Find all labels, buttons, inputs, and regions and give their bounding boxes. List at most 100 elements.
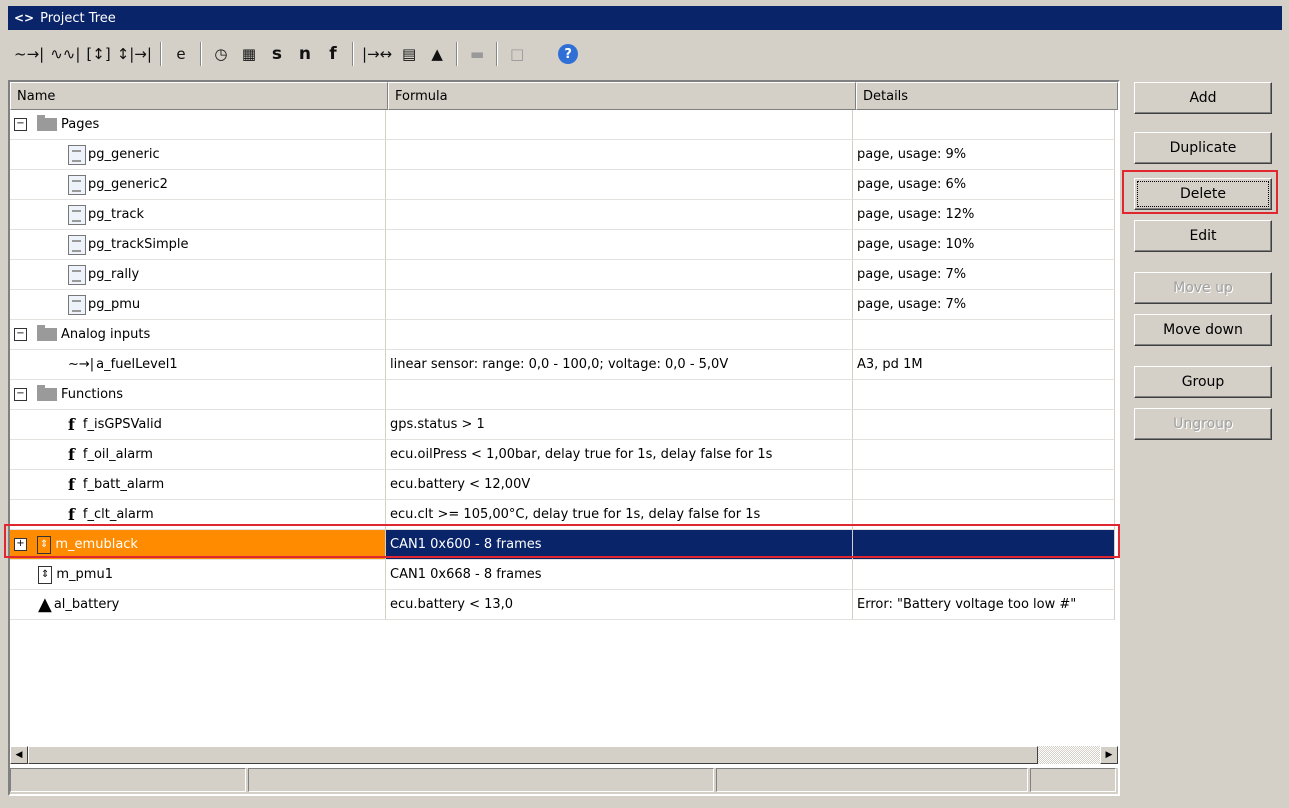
tree-row[interactable]: − Functions xyxy=(10,380,1118,410)
scroll-right-icon[interactable]: ▶ xyxy=(1100,746,1118,764)
formula-cell[interactable]: ecu.clt >= 105,00°C, delay true for 1s, … xyxy=(386,500,853,530)
name-cell[interactable]: pg_generic2 xyxy=(10,170,386,200)
group-button[interactable]: Group xyxy=(1134,366,1272,398)
details-cell[interactable] xyxy=(853,380,1115,410)
scroll-track[interactable] xyxy=(1038,746,1100,764)
tree-row[interactable]: − Pages xyxy=(10,110,1118,140)
tree-row[interactable]: f f_batt_alarm ecu.battery < 12,00V xyxy=(10,470,1118,500)
name-cell[interactable]: ~→| a_fuelLevel1 xyxy=(10,350,386,380)
tree-row[interactable]: pg_rally page, usage: 7% xyxy=(10,260,1118,290)
formula-cell[interactable] xyxy=(386,290,853,320)
tree-row[interactable]: pg_generic page, usage: 9% xyxy=(10,140,1118,170)
details-cell[interactable] xyxy=(853,500,1115,530)
formula-cell[interactable] xyxy=(386,110,853,140)
duplicate-button[interactable]: Duplicate xyxy=(1134,132,1272,164)
name-cell[interactable]: f f_clt_alarm xyxy=(10,500,386,530)
name-cell[interactable]: − Pages xyxy=(10,110,386,140)
details-cell[interactable]: page, usage: 9% xyxy=(853,140,1115,170)
horizontal-scrollbar[interactable]: ◀ ▶ xyxy=(10,746,1118,764)
tree-row[interactable]: pg_pmu page, usage: 7% xyxy=(10,290,1118,320)
formula-cell[interactable]: CAN1 0x600 - 8 frames xyxy=(386,530,853,560)
add-analog-input-icon[interactable]: ~→| xyxy=(14,41,44,67)
name-cell[interactable]: pg_track xyxy=(10,200,386,230)
move-up-button[interactable]: Move up xyxy=(1134,272,1272,304)
add-expression-icon[interactable]: e xyxy=(170,41,192,67)
formula-cell[interactable]: CAN1 0x668 - 8 frames xyxy=(386,560,853,590)
column-header-name[interactable]: Name xyxy=(10,82,388,110)
move-down-button[interactable]: Move down xyxy=(1134,314,1272,346)
scroll-left-icon[interactable]: ◀ xyxy=(10,746,28,764)
folder-icon[interactable]: ▬ xyxy=(466,41,488,67)
delete-button[interactable]: Delete xyxy=(1134,178,1272,210)
add-can-export-icon[interactable]: |→↔ xyxy=(362,41,392,67)
name-cell[interactable]: − Functions xyxy=(10,380,386,410)
details-cell[interactable] xyxy=(853,440,1115,470)
details-cell[interactable]: page, usage: 7% xyxy=(853,290,1115,320)
column-header-details[interactable]: Details xyxy=(856,82,1118,110)
formula-cell[interactable] xyxy=(386,380,853,410)
add-alarm-icon[interactable]: ▲ xyxy=(426,41,448,67)
ungroup-button[interactable]: Ungroup xyxy=(1134,408,1272,440)
details-cell[interactable] xyxy=(853,110,1115,140)
name-cell[interactable]: f f_batt_alarm xyxy=(10,470,386,500)
scroll-thumb[interactable] xyxy=(28,746,1038,764)
project-tree[interactable]: Name Formula Details − Pages pg_generic pag… xyxy=(8,80,1120,796)
add-button[interactable]: Add xyxy=(1134,82,1272,114)
add-frequency-input-icon[interactable]: ∿∿| xyxy=(50,41,80,67)
add-function-icon[interactable]: f xyxy=(322,41,344,67)
formula-cell[interactable]: ecu.battery < 13,0 xyxy=(386,590,853,620)
formula-cell[interactable] xyxy=(386,230,853,260)
name-cell[interactable]: pg_trackSimple xyxy=(10,230,386,260)
add-number-icon[interactable]: n xyxy=(294,41,316,67)
document-icon[interactable]: □ xyxy=(506,41,528,67)
name-cell[interactable]: pg_pmu xyxy=(10,290,386,320)
details-cell[interactable]: page, usage: 6% xyxy=(853,170,1115,200)
details-cell[interactable] xyxy=(853,320,1115,350)
name-cell[interactable]: pg_rally xyxy=(10,260,386,290)
tree-row[interactable]: ~→| a_fuelLevel1 linear sensor: range: 0,0… xyxy=(10,350,1118,380)
tree-row[interactable]: ⇕ m_pmu1 CAN1 0x668 - 8 frames xyxy=(10,560,1118,590)
details-cell[interactable]: page, usage: 12% xyxy=(853,200,1115,230)
details-cell[interactable] xyxy=(853,530,1115,560)
collapse-icon[interactable]: − xyxy=(14,328,27,341)
details-cell[interactable] xyxy=(853,410,1115,440)
formula-cell[interactable]: ecu.battery < 12,00V xyxy=(386,470,853,500)
name-cell[interactable]: − Analog inputs xyxy=(10,320,386,350)
tree-row[interactable]: ▲ al_battery ecu.battery < 13,0 Error: "Bat… xyxy=(10,590,1118,620)
formula-cell[interactable] xyxy=(386,320,853,350)
tree-row[interactable]: pg_trackSimple page, usage: 10% xyxy=(10,230,1118,260)
name-cell[interactable]: ⇕ m_pmu1 xyxy=(10,560,386,590)
tree-row[interactable]: + ⇕ m_emublack CAN1 0x600 - 8 frames xyxy=(10,530,1118,560)
column-header-formula[interactable]: Formula xyxy=(388,82,856,110)
formula-cell[interactable]: gps.status > 1 xyxy=(386,410,853,440)
formula-cell[interactable] xyxy=(386,200,853,230)
add-page-icon[interactable]: ▤ xyxy=(398,41,420,67)
tree-row[interactable]: f f_oil_alarm ecu.oilPress < 1,00bar, dela… xyxy=(10,440,1118,470)
formula-cell[interactable]: linear sensor: range: 0,0 - 100,0; volta… xyxy=(386,350,853,380)
name-cell[interactable]: ▲ al_battery xyxy=(10,590,386,620)
add-table-icon[interactable]: ▦ xyxy=(238,41,260,67)
tree-row[interactable]: f f_isGPSValid gps.status > 1 xyxy=(10,410,1118,440)
add-can-message-icon[interactable]: [↕] xyxy=(86,41,110,67)
name-cell[interactable]: f f_oil_alarm xyxy=(10,440,386,470)
tree-row[interactable]: f f_clt_alarm ecu.clt >= 105,00°C, delay t… xyxy=(10,500,1118,530)
formula-cell[interactable] xyxy=(386,170,853,200)
tree-row[interactable]: pg_track page, usage: 12% xyxy=(10,200,1118,230)
add-switch-icon[interactable]: s xyxy=(266,41,288,67)
collapse-icon[interactable]: − xyxy=(14,388,27,401)
details-cell[interactable]: A3, pd 1M xyxy=(853,350,1115,380)
details-cell[interactable]: page, usage: 7% xyxy=(853,260,1115,290)
add-timer-icon[interactable]: ◷ xyxy=(210,41,232,67)
help-icon[interactable]: ? xyxy=(558,44,579,64)
expand-icon[interactable]: + xyxy=(14,538,27,551)
add-can-input-icon[interactable]: ↕|→| xyxy=(117,41,152,67)
formula-cell[interactable] xyxy=(386,260,853,290)
details-cell[interactable]: Error: "Battery voltage too low #" xyxy=(853,590,1115,620)
details-cell[interactable]: page, usage: 10% xyxy=(853,230,1115,260)
tree-row[interactable]: pg_generic2 page, usage: 6% xyxy=(10,170,1118,200)
formula-cell[interactable]: ecu.oilPress < 1,00bar, delay true for 1… xyxy=(386,440,853,470)
details-cell[interactable] xyxy=(853,470,1115,500)
tree-row[interactable]: − Analog inputs xyxy=(10,320,1118,350)
details-cell[interactable] xyxy=(853,560,1115,590)
formula-cell[interactable] xyxy=(386,140,853,170)
